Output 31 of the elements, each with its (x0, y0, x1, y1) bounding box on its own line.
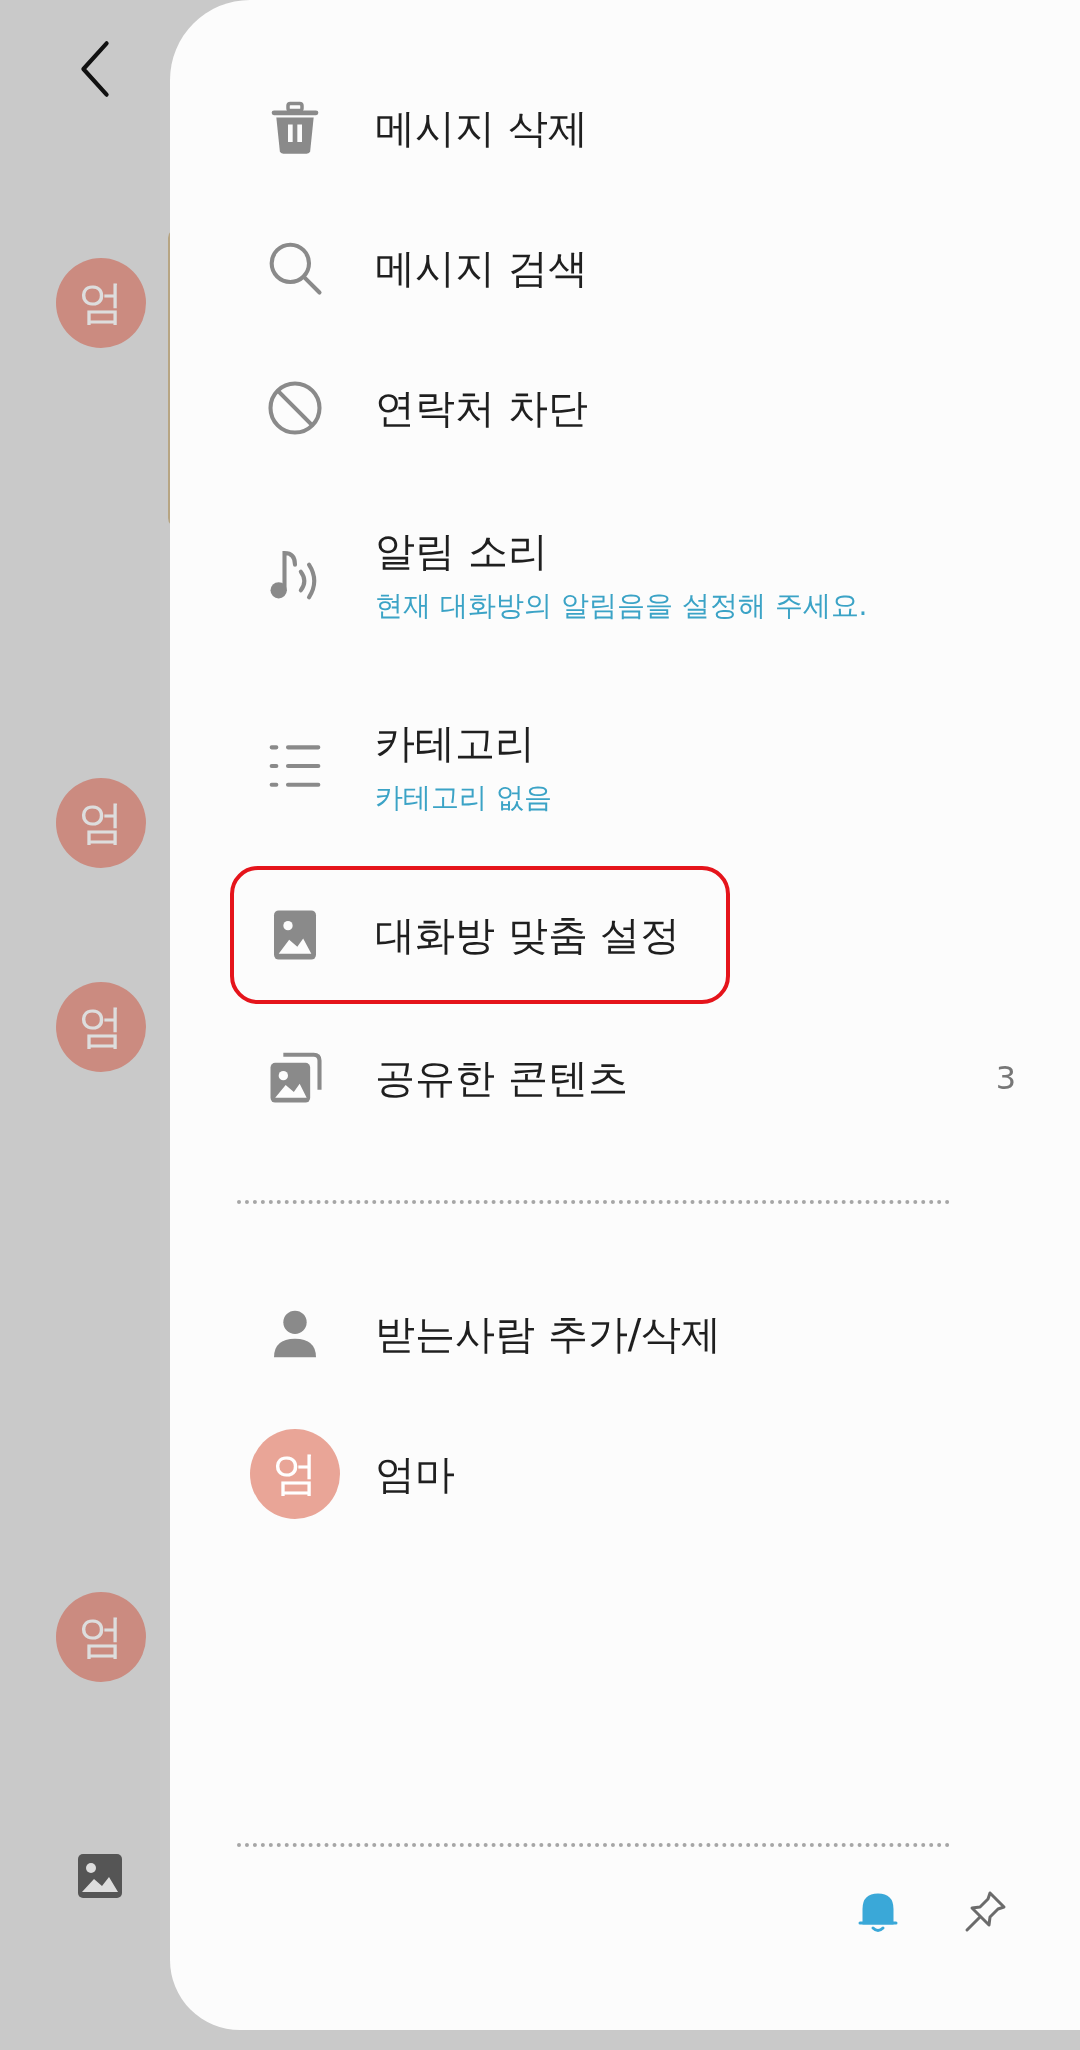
menu-label: 공유한 콘텐츠 (375, 1053, 629, 1103)
menu-label: 메시지 검색 (375, 243, 589, 293)
menu-subtitle: 현재 대화방의 알림음을 설정해 주세요. (375, 587, 869, 624)
menu-item[interactable]: 공유한 콘텐츠 3 (230, 1008, 1020, 1148)
menu-subtitle: 카테고리 없음 (375, 779, 553, 816)
menu-item[interactable]: 카테고리 카테고리 없음 (230, 670, 1020, 862)
menu-item[interactable]: 메시지 삭제 (230, 58, 1020, 198)
menu-item[interactable]: 연락처 차단 (230, 338, 1020, 478)
member-name: 엄마 (375, 1449, 456, 1499)
avatar: 엄 (56, 778, 146, 868)
menu-label: 카테고리 (375, 718, 536, 768)
back-icon[interactable] (78, 40, 112, 98)
menu-label: 대화방 맞춤 설정 (375, 910, 682, 960)
avatar: 엄 (56, 982, 146, 1072)
avatar: 엄 (56, 1592, 146, 1682)
avatar: 엄 (250, 1429, 340, 1519)
search-icon (267, 240, 323, 296)
menu-item[interactable]: 메시지 검색 (230, 198, 1020, 338)
member-item[interactable]: 엄 엄마 (230, 1404, 1020, 1544)
item-count: 3 (995, 1059, 1016, 1097)
menu-label: 받는사람 추가/삭제 (375, 1309, 723, 1359)
add-recipient-item[interactable]: 받는사람 추가/삭제 (230, 1264, 1020, 1404)
menu-item[interactable]: 알림 소리 현재 대화방의 알림음을 설정해 주세요. (230, 478, 1020, 670)
menu-label: 알림 소리 (375, 526, 549, 576)
avatar: 엄 (56, 258, 146, 348)
gallery-icon[interactable] (76, 1852, 124, 1900)
block-icon (267, 380, 323, 436)
menu-label: 메시지 삭제 (375, 103, 589, 153)
menu-label: 연락처 차단 (375, 383, 589, 433)
images-icon (267, 1050, 323, 1106)
menu-item[interactable]: 대화방 맞춤 설정 (230, 866, 730, 1004)
